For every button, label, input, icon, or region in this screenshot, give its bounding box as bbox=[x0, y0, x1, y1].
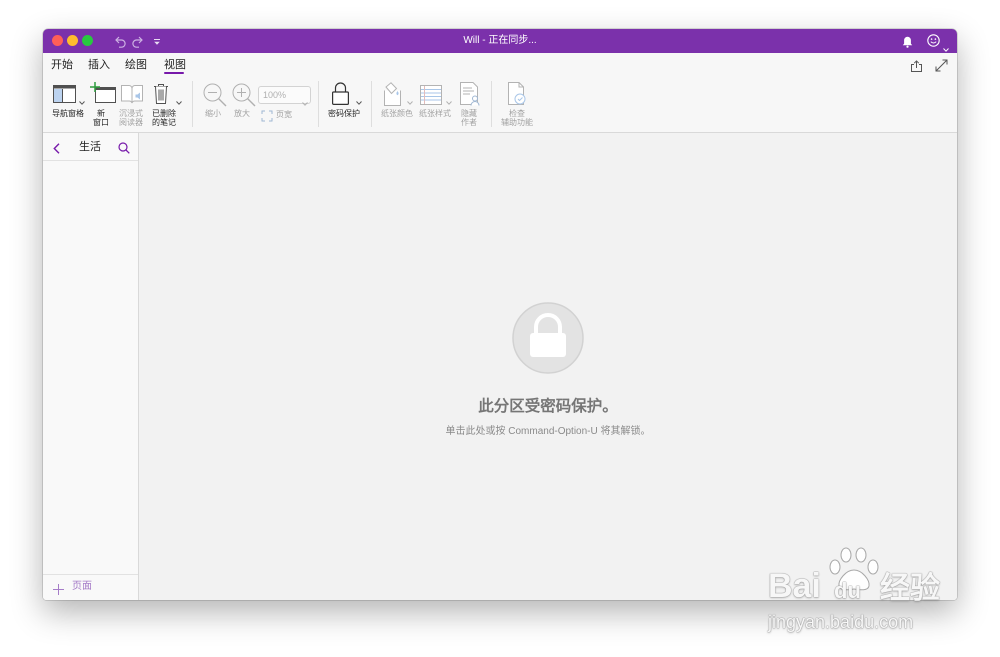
window-title: Will - 正在同步... bbox=[463, 35, 537, 46]
check-accessibility-label-line1: 检查 bbox=[509, 108, 525, 118]
unlock-hint[interactable]: 单击此处或按 Command-Option-U 将其解锁。 bbox=[139, 425, 957, 438]
trash-icon bbox=[153, 83, 169, 109]
add-page-button[interactable]: 页面 bbox=[51, 579, 131, 595]
zoom-level-select[interactable]: 100% bbox=[258, 86, 311, 106]
ribbon-separator bbox=[318, 81, 319, 127]
new-window-label-line2: 窗口 bbox=[93, 117, 109, 127]
chevron-down-icon bbox=[302, 93, 308, 111]
chevron-down-icon[interactable] bbox=[407, 92, 413, 110]
password-protection-button[interactable]: 密码保护 bbox=[324, 81, 364, 129]
tab-insert[interactable]: 插入 bbox=[88, 58, 110, 72]
paper-color-button[interactable]: 纸张颜色 bbox=[378, 81, 416, 129]
add-page-label: 页面 bbox=[72, 581, 92, 592]
expand-icon[interactable] bbox=[935, 59, 948, 77]
customize-toolbar-icon[interactable] bbox=[153, 35, 161, 47]
bell-icon[interactable] bbox=[902, 35, 913, 48]
check-accessibility-button[interactable]: 检查 辅助功能 bbox=[497, 81, 537, 129]
locked-section-canvas[interactable]: 此分区受密码保护。 单击此处或按 Command-Option-U 将其解锁。 bbox=[139, 133, 957, 600]
zoom-out-label: 缩小 bbox=[205, 108, 221, 118]
immersive-reader-label-line2: 阅读器 bbox=[119, 117, 143, 127]
feedback-smiley-icon[interactable] bbox=[927, 34, 940, 47]
zoom-out-button[interactable]: 缩小 bbox=[198, 81, 228, 129]
redo-icon[interactable] bbox=[131, 35, 145, 48]
navigation-pane-icon bbox=[53, 85, 76, 108]
watermark-url: jingyan.baidu.com bbox=[768, 612, 914, 632]
title-bar: Will - 正在同步... bbox=[43, 29, 957, 53]
tab-draw[interactable]: 绘图 bbox=[125, 58, 147, 72]
page-width-label: 页宽 bbox=[276, 110, 292, 119]
share-icon[interactable] bbox=[910, 59, 923, 77]
page-width-button[interactable]: 页宽 bbox=[259, 107, 299, 123]
new-window-button[interactable]: 新 窗口 bbox=[86, 81, 116, 129]
back-chevron-icon[interactable] bbox=[53, 141, 60, 159]
chevron-down-icon[interactable] bbox=[176, 92, 182, 110]
hide-authors-label-line1: 隐藏 bbox=[461, 108, 477, 118]
close-window-button[interactable] bbox=[52, 35, 63, 46]
page-list-sidebar: 生活 页面 bbox=[43, 133, 139, 600]
zoom-level-value: 100% bbox=[263, 90, 287, 100]
navigation-pane-button[interactable]: 导航窗格 bbox=[48, 81, 88, 129]
immersive-reader-label-line1: 沉浸式 bbox=[119, 108, 143, 118]
deleted-notes-label-line1: 已删除 bbox=[152, 108, 176, 118]
check-accessibility-label-line2: 辅助功能 bbox=[501, 117, 533, 127]
hide-authors-label-line2: 作者 bbox=[461, 117, 477, 127]
immersive-reader-icon bbox=[120, 82, 144, 111]
selected-tab-indicator bbox=[164, 72, 184, 74]
minimize-window-button[interactable] bbox=[67, 35, 78, 46]
locked-section-message: 此分区受密码保护。 bbox=[478, 398, 618, 415]
ribbon-separator bbox=[371, 81, 372, 127]
tab-view[interactable]: 视图 bbox=[164, 58, 186, 72]
plus-icon bbox=[53, 582, 64, 600]
immersive-reader-button[interactable]: 沉浸式 阅读器 bbox=[116, 81, 146, 129]
ribbon-separator bbox=[491, 81, 492, 127]
ribbon-separator bbox=[192, 81, 193, 127]
new-window-label-line1: 新 bbox=[97, 108, 105, 118]
onenote-window: Will - 正在同步... 开始 插入 绘图 视图 导航窗格 新 窗口 沉浸式… bbox=[43, 29, 957, 600]
chevron-down-icon[interactable] bbox=[79, 92, 85, 110]
lock-icon bbox=[332, 82, 350, 110]
lock-circle-icon[interactable] bbox=[512, 302, 584, 374]
hide-authors-icon bbox=[459, 82, 481, 111]
page-width-icon bbox=[261, 109, 273, 127]
navigation-pane-label: 导航窗格 bbox=[52, 108, 84, 118]
new-window-icon bbox=[90, 82, 116, 109]
password-protection-label: 密码保护 bbox=[328, 108, 360, 118]
chevron-down-icon[interactable] bbox=[943, 39, 949, 52]
zoom-in-label: 放大 bbox=[234, 108, 250, 118]
paper-color-icon bbox=[382, 82, 402, 111]
search-icon[interactable] bbox=[118, 141, 130, 159]
hide-authors-button[interactable]: 隐藏 作者 bbox=[449, 81, 489, 129]
deleted-notes-label-line2: 的笔记 bbox=[152, 117, 176, 127]
tab-home[interactable]: 开始 bbox=[51, 58, 73, 72]
sidebar-divider bbox=[43, 574, 138, 575]
fullscreen-window-button[interactable] bbox=[82, 35, 93, 46]
section-title: 生活 bbox=[79, 141, 101, 153]
zoom-in-button[interactable]: 放大 bbox=[227, 81, 257, 129]
undo-icon[interactable] bbox=[113, 35, 127, 48]
deleted-notes-button[interactable]: 已删除 的笔记 bbox=[147, 81, 182, 129]
sidebar-header: 生活 bbox=[43, 133, 138, 161]
accessibility-icon bbox=[507, 82, 527, 111]
chevron-down-icon[interactable] bbox=[356, 92, 362, 110]
ribbon: 开始 插入 绘图 视图 导航窗格 新 窗口 沉浸式 阅读器 已删除 的笔记 缩小… bbox=[43, 53, 957, 133]
paper-color-label: 纸张颜色 bbox=[381, 108, 413, 118]
paper-style-icon bbox=[420, 85, 442, 110]
